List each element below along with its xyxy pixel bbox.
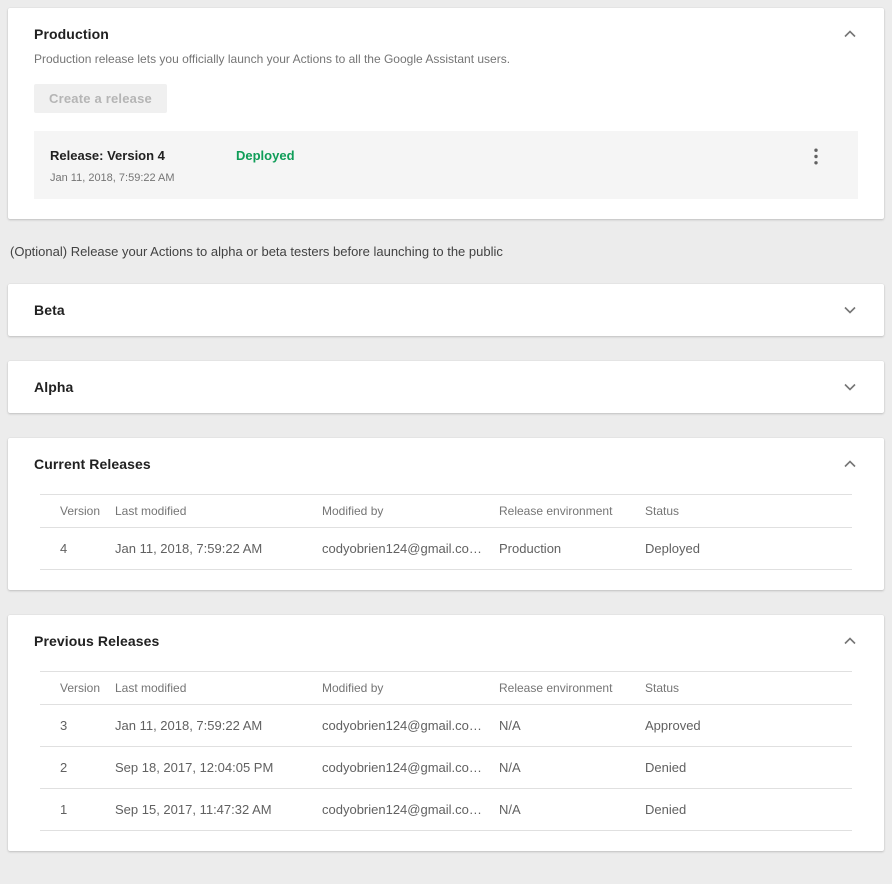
current-releases-card: Current Releases Version Last modified M… (8, 438, 884, 590)
previous-releases-table: Version Last modified Modified by Releas… (40, 671, 852, 831)
column-last-modified: Last modified (115, 672, 322, 705)
previous-releases-table-wrap: Version Last modified Modified by Releas… (40, 671, 852, 851)
cell-version: 1 (40, 789, 115, 831)
cell-status: Deployed (645, 528, 852, 570)
alpha-header[interactable]: Alpha (8, 361, 884, 413)
cell-last-modified: Sep 15, 2017, 11:47:32 AM (115, 789, 322, 831)
release-name: Release: Version 4 (50, 148, 236, 163)
chevron-down-icon[interactable] (842, 304, 858, 316)
current-releases-table-wrap: Version Last modified Modified by Releas… (40, 494, 852, 590)
cell-version: 4 (40, 528, 115, 570)
current-releases-header[interactable]: Current Releases (8, 438, 884, 490)
table-header-row: Version Last modified Modified by Releas… (40, 672, 852, 705)
column-version: Version (40, 495, 115, 528)
cell-release-environment: Production (499, 528, 645, 570)
chevron-up-icon[interactable] (842, 635, 858, 647)
previous-releases-header[interactable]: Previous Releases (8, 615, 884, 667)
beta-header[interactable]: Beta (8, 284, 884, 336)
cell-release-environment: N/A (499, 705, 645, 747)
column-modified-by: Modified by (322, 672, 499, 705)
beta-card: Beta (8, 284, 884, 336)
column-release-environment: Release environment (499, 672, 645, 705)
release-status-badge: Deployed (236, 148, 295, 163)
production-card: Production Production release lets you o… (8, 8, 884, 219)
production-header[interactable]: Production (8, 8, 884, 46)
current-releases-table: Version Last modified Modified by Releas… (40, 494, 852, 570)
cell-release-environment: N/A (499, 747, 645, 789)
beta-title: Beta (34, 302, 65, 318)
chevron-up-icon[interactable] (842, 28, 858, 40)
release-page: Production Production release lets you o… (0, 0, 892, 884)
table-row: 3 Jan 11, 2018, 7:59:22 AM codyobrien124… (40, 705, 852, 747)
cell-modified-by: codyobrien124@gmail.co… (322, 528, 499, 570)
production-description: Production release lets you officially l… (34, 52, 858, 66)
column-last-modified: Last modified (115, 495, 322, 528)
cell-version: 2 (40, 747, 115, 789)
table-row: 4 Jan 11, 2018, 7:59:22 AM codyobrien124… (40, 528, 852, 570)
cell-modified-by: codyobrien124@gmail.co… (322, 747, 499, 789)
chevron-down-icon[interactable] (842, 381, 858, 393)
cell-version: 3 (40, 705, 115, 747)
cell-status: Denied (645, 789, 852, 831)
column-version: Version (40, 672, 115, 705)
cell-last-modified: Jan 11, 2018, 7:59:22 AM (115, 705, 322, 747)
cell-last-modified: Jan 11, 2018, 7:59:22 AM (115, 528, 322, 570)
cell-release-environment: N/A (499, 789, 645, 831)
create-release-button[interactable]: Create a release (34, 84, 167, 113)
column-status: Status (645, 495, 852, 528)
production-title: Production (34, 26, 109, 42)
table-row: 2 Sep 18, 2017, 12:04:05 PM codyobrien12… (40, 747, 852, 789)
release-row: Release: Version 4 Jan 11, 2018, 7:59:22… (34, 131, 858, 199)
chevron-up-icon[interactable] (842, 458, 858, 470)
cell-status: Approved (645, 705, 852, 747)
table-header-row: Version Last modified Modified by Releas… (40, 495, 852, 528)
more-vert-icon[interactable] (810, 148, 822, 165)
optional-note: (Optional) Release your Actions to alpha… (10, 244, 884, 259)
current-releases-title: Current Releases (34, 456, 151, 472)
column-modified-by: Modified by (322, 495, 499, 528)
alpha-title: Alpha (34, 379, 73, 395)
release-info: Release: Version 4 Jan 11, 2018, 7:59:22… (50, 148, 236, 184)
cell-last-modified: Sep 18, 2017, 12:04:05 PM (115, 747, 322, 789)
table-row: 1 Sep 15, 2017, 11:47:32 AM codyobrien12… (40, 789, 852, 831)
column-status: Status (645, 672, 852, 705)
previous-releases-card: Previous Releases Version Last modified … (8, 615, 884, 851)
release-date: Jan 11, 2018, 7:59:22 AM (50, 172, 236, 184)
cell-modified-by: codyobrien124@gmail.co… (322, 789, 499, 831)
column-release-environment: Release environment (499, 495, 645, 528)
cell-status: Denied (645, 747, 852, 789)
production-body: Production release lets you officially l… (8, 52, 884, 219)
previous-releases-title: Previous Releases (34, 633, 159, 649)
cell-modified-by: codyobrien124@gmail.co… (322, 705, 499, 747)
alpha-card: Alpha (8, 361, 884, 413)
